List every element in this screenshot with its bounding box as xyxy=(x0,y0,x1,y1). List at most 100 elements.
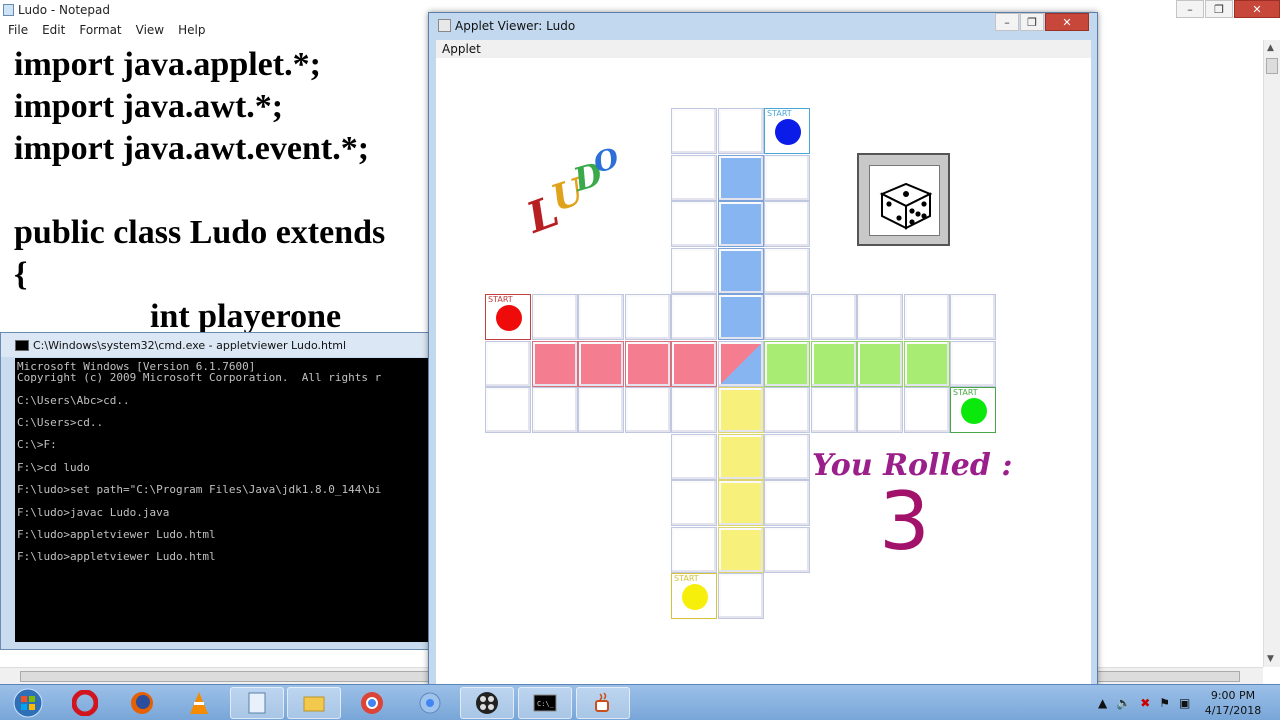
chrome-taskbar-button[interactable] xyxy=(345,687,399,719)
cmd-taskbar-button[interactable]: C:\_ xyxy=(518,687,572,719)
board-cell xyxy=(857,340,903,387)
board-cell xyxy=(717,154,764,201)
vertical-scrollbar[interactable]: ▲ ▼ xyxy=(1263,40,1280,667)
start-label: START xyxy=(674,574,699,583)
board-cell xyxy=(578,340,624,387)
board-cell xyxy=(764,433,810,480)
board-cell xyxy=(903,387,950,433)
maximize-button[interactable]: ❐ xyxy=(1020,13,1044,31)
board-cell xyxy=(671,154,717,201)
maximize-button[interactable]: ❐ xyxy=(1205,0,1233,18)
board-cell xyxy=(485,340,531,387)
scroll-thumb[interactable] xyxy=(1266,58,1278,74)
taskbar: C:\_ ▲ 🔈 ✖ ⚑ ▣ 9:00 PM 4/17/2018 xyxy=(0,684,1280,720)
token-red[interactable] xyxy=(496,305,522,331)
java-taskbar-button[interactable] xyxy=(576,687,630,719)
explorer-taskbar-button[interactable] xyxy=(287,687,341,719)
board-cell xyxy=(671,340,717,387)
scroll-down-icon[interactable]: ▼ xyxy=(1267,654,1274,664)
board-cell xyxy=(671,387,717,433)
chrome-canary-icon xyxy=(419,692,441,714)
board-cell xyxy=(717,433,764,480)
opera-taskbar-button[interactable] xyxy=(58,687,112,719)
token-blue[interactable] xyxy=(775,119,801,145)
board-cell xyxy=(717,108,764,154)
scroll-up-icon[interactable]: ▲ xyxy=(1267,43,1274,53)
opera-icon xyxy=(72,690,98,716)
board-cell xyxy=(531,294,578,340)
board-cell xyxy=(717,387,764,433)
applet-window-controls: – ❐ ✕ xyxy=(995,13,1089,31)
blue-start-cell: START xyxy=(764,108,810,154)
clock-date: 4/17/2018 xyxy=(1204,704,1262,717)
board-cell xyxy=(717,201,764,247)
network-icon[interactable]: ▣ xyxy=(1179,696,1190,710)
minimize-button[interactable]: – xyxy=(1176,0,1204,18)
start-label: START xyxy=(953,388,978,397)
close-button[interactable]: ✕ xyxy=(1045,13,1089,31)
board-cell xyxy=(764,480,810,526)
cmd-window: C:\Windows\system32\cmd.exe - appletview… xyxy=(0,332,433,650)
board-cell xyxy=(624,387,671,433)
cmd-title: C:\Windows\system32\cmd.exe - appletview… xyxy=(33,339,347,352)
red-start-cell: START xyxy=(485,294,531,340)
board-cell xyxy=(764,154,810,201)
board-cell xyxy=(950,340,996,387)
vlc-taskbar-button[interactable] xyxy=(172,687,226,719)
board-cell xyxy=(717,526,764,573)
board-cell xyxy=(671,526,717,573)
chrome-icon xyxy=(361,692,383,714)
token-green[interactable] xyxy=(961,398,987,424)
board-cell xyxy=(531,387,578,433)
board-cell xyxy=(717,294,764,340)
board-cell xyxy=(671,201,717,247)
yellow-start-cell: START xyxy=(671,573,717,619)
cmd-console-output[interactable]: Microsoft Windows [Version 6.1.7600] Cop… xyxy=(15,358,433,642)
firefox-taskbar-button[interactable] xyxy=(115,687,169,719)
board-cell xyxy=(717,340,764,387)
board-cell xyxy=(671,480,717,526)
rolled-value: 3 xyxy=(879,475,930,568)
green-start-cell: START xyxy=(950,387,996,433)
svg-text:C:\_: C:\_ xyxy=(537,700,555,708)
board-cell xyxy=(857,387,903,433)
media-taskbar-button[interactable] xyxy=(460,687,514,719)
menu-view[interactable]: View xyxy=(136,23,164,40)
board-cell xyxy=(764,247,810,294)
close-button[interactable]: ✕ xyxy=(1234,0,1280,18)
menu-edit[interactable]: Edit xyxy=(42,23,65,40)
start-button[interactable] xyxy=(0,687,56,719)
board-cell xyxy=(903,340,950,387)
board-cell xyxy=(624,340,671,387)
board-cell xyxy=(764,294,810,340)
notepad-title: Ludo - Notepad xyxy=(18,3,110,17)
applet-title: Applet Viewer: Ludo xyxy=(455,19,576,33)
notepad-taskbar-button[interactable] xyxy=(230,687,284,719)
board-cell xyxy=(857,294,903,340)
show-hidden-icons-icon[interactable]: ▲ xyxy=(1098,696,1107,710)
minimize-button[interactable]: – xyxy=(995,13,1019,31)
ludo-logo: L U D O xyxy=(521,142,623,246)
dice-button[interactable] xyxy=(857,153,950,246)
board-cell xyxy=(810,387,857,433)
clock-time: 9:00 PM xyxy=(1210,689,1256,702)
board-cell xyxy=(903,294,950,340)
chrome-canary-taskbar-button[interactable] xyxy=(403,687,457,719)
board-cell xyxy=(531,340,578,387)
board-cell xyxy=(764,340,810,387)
menu-file[interactable]: File xyxy=(8,23,28,40)
board-cell xyxy=(578,387,624,433)
speaker-icon[interactable]: 🔈 xyxy=(1116,696,1131,710)
menu-format[interactable]: Format xyxy=(79,23,121,40)
cmd-title-bar[interactable]: C:\Windows\system32\cmd.exe - appletview… xyxy=(1,333,431,357)
mute-icon[interactable]: ✖ xyxy=(1140,696,1150,710)
token-yellow[interactable] xyxy=(682,584,708,610)
ludo-canvas[interactable]: START START START START L U D O You Roll… xyxy=(436,58,1091,698)
board-cell xyxy=(764,201,810,247)
board-cell xyxy=(624,294,671,340)
taskbar-clock[interactable]: 9:00 PM 4/17/2018 xyxy=(1200,688,1266,718)
menu-applet[interactable]: Applet xyxy=(442,42,481,56)
board-cell xyxy=(764,387,810,433)
action-center-flag-icon[interactable]: ⚑ xyxy=(1159,696,1170,710)
menu-help[interactable]: Help xyxy=(178,23,205,40)
